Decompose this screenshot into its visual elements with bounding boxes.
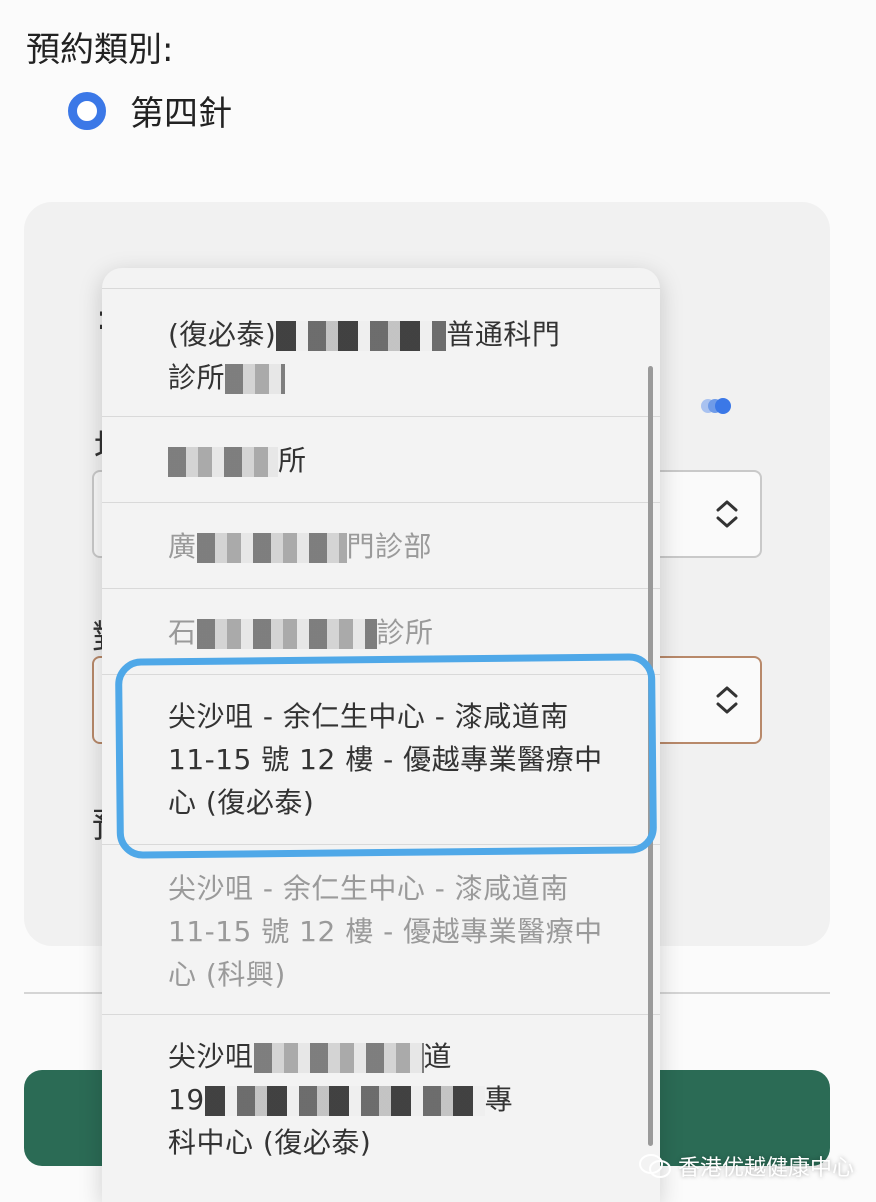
redacted-block [168,447,278,477]
redacted-block [225,364,286,394]
option-text: 石 [168,616,197,649]
highlight-annotation [114,653,658,859]
option-text: 道 [423,1040,453,1073]
option-text: 所 [278,444,307,477]
option-text: (復必泰) [168,318,277,351]
option-text: 尖沙咀 [168,1040,254,1073]
list-item[interactable]: 尖沙咀 道 19 專 科中心 (復必泰) [102,1014,660,1202]
redacted-block [204,1086,485,1116]
redacted-block [196,619,377,649]
category-option-label: 第四針 [130,94,232,134]
watermark: 香港优越健康中心 [638,1150,854,1182]
wechat-icon [639,1154,671,1178]
option-text: 19 [168,1083,205,1116]
list-item[interactable]: 廣 門診部 [102,502,660,588]
option-text: 11-15 號 12 樓 - 優越專業醫療中 [168,915,603,948]
toggle-dots-icon [701,398,731,414]
redacted-block [276,321,447,351]
option-text: 心 (科興) [168,958,286,991]
option-text: 普通科門 [446,318,561,351]
option-text: 尖沙咀 - 余仁生中心 - 漆咸道南 [168,872,569,905]
list-item[interactable]: (復必泰) 普通科門 診所 [102,288,660,416]
category-option-4th-dose[interactable]: 第四針 [68,86,232,135]
chevron-updown-icon [716,686,738,714]
option-text: 專 [484,1083,514,1116]
category-heading: 預約類別: [26,30,174,70]
option-text: 廣 [168,530,197,563]
list-item[interactable]: 尖沙咀 - 余仁生中心 - 漆咸道南 11-15 號 12 樓 - 優越專業醫療… [102,844,660,1014]
watermark-text: 香港优越健康中心 [678,1156,855,1181]
option-text: 診所 [376,616,434,649]
option-text: 門診部 [346,530,433,563]
option-text: 科中心 (復必泰) [168,1126,372,1159]
redacted-block [196,533,347,563]
redacted-block [253,1043,424,1073]
radio-selected-icon[interactable] [68,91,106,130]
chevron-updown-icon [716,500,738,528]
list-item[interactable]: 所 [102,416,660,502]
option-text: 診所 [168,361,226,394]
